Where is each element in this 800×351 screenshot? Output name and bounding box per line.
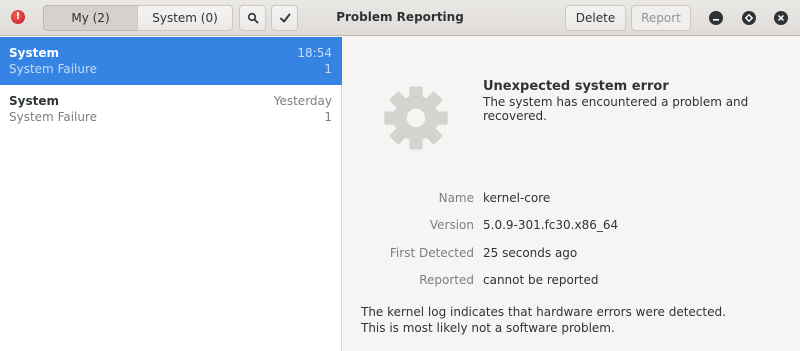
note-line: This is most likely not a software probl… xyxy=(361,321,615,335)
close-button[interactable] xyxy=(774,11,788,25)
minimize-icon xyxy=(713,19,719,21)
error-icon: ! xyxy=(11,10,25,24)
checkmark-icon xyxy=(279,13,290,23)
problem-time: 18:54 xyxy=(297,46,332,60)
report-button[interactable]: Report xyxy=(631,5,691,31)
problem-time: Yesterday xyxy=(273,94,332,108)
problem-title: System xyxy=(9,94,59,108)
header-bar: ! My (2) System (0) Problem Reporting De… xyxy=(0,0,800,36)
note-line: The kernel log indicates that hardware e… xyxy=(361,305,726,319)
field-label-name: Name xyxy=(438,191,474,205)
field-label-reported: Reported xyxy=(419,273,474,287)
tab-my[interactable]: My (2) xyxy=(43,5,138,31)
maximize-icon xyxy=(745,14,753,22)
minimize-button[interactable] xyxy=(709,11,723,25)
select-mode-button[interactable] xyxy=(271,5,298,31)
list-item[interactable]: System System Failure Yesterday 1 xyxy=(0,85,342,133)
delete-button[interactable]: Delete xyxy=(565,5,626,31)
list-item[interactable]: System System Failure 18:54 1 xyxy=(0,37,342,85)
field-value-version: 5.0.9-301.fc30.x86_64 xyxy=(483,218,619,232)
field-label-first-detected: First Detected xyxy=(389,246,474,260)
maximize-button[interactable] xyxy=(742,11,756,25)
close-icon xyxy=(777,14,785,22)
field-value-name: kernel-core xyxy=(483,191,551,205)
field-value-first-detected: 25 seconds ago xyxy=(483,246,578,260)
problem-count: 1 xyxy=(324,110,332,124)
search-button[interactable] xyxy=(239,5,266,31)
problem-count: 1 xyxy=(324,62,332,76)
problem-list: System System Failure 18:54 1 System Sys… xyxy=(0,37,342,351)
problem-reporting-window: ! My (2) System (0) Problem Reporting De… xyxy=(0,0,800,351)
problem-subtitle: System Failure xyxy=(9,110,98,124)
tab-system[interactable]: System (0) xyxy=(137,5,233,31)
problem-title: System xyxy=(9,46,59,60)
search-icon xyxy=(247,12,258,24)
error-description: The system has encountered a problem and… xyxy=(483,95,749,123)
field-label-version: Version xyxy=(429,218,474,232)
hardware-error-note: The kernel log indicates that hardware e… xyxy=(361,304,726,336)
gear-icon xyxy=(384,86,448,150)
problem-subtitle: System Failure xyxy=(9,62,98,76)
error-heading: Unexpected system error xyxy=(483,79,669,94)
field-value-reported: cannot be reported xyxy=(483,273,599,287)
window-title: Problem Reporting xyxy=(336,10,464,24)
problem-details: Unexpected system error The system has e… xyxy=(343,37,800,351)
